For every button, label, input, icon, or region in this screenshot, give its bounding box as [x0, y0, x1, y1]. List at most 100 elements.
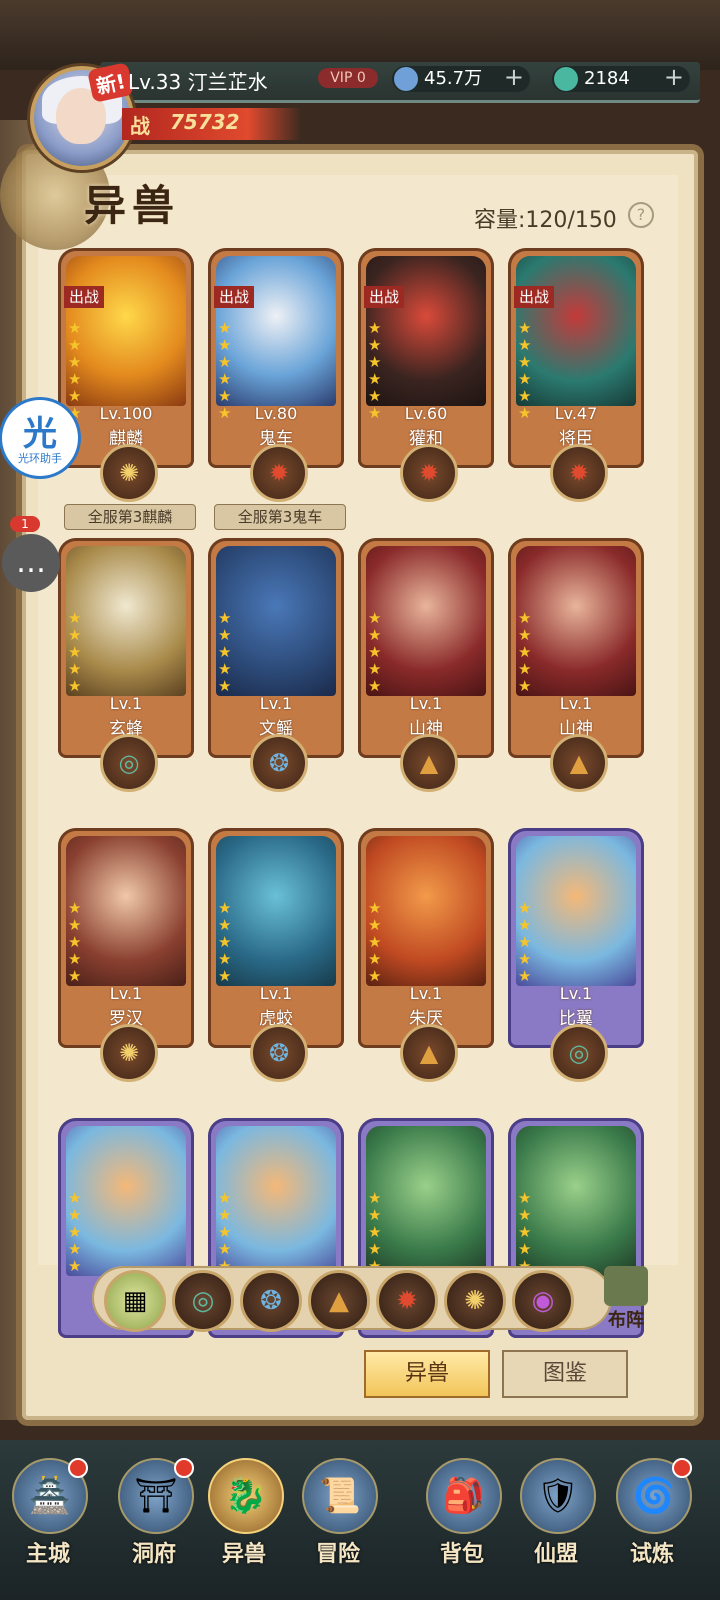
element-badge: ◎: [100, 734, 158, 792]
nav-label: 仙盟: [533, 1542, 578, 1567]
filter-swirl-button[interactable]: ❂: [240, 1270, 302, 1332]
beast-portrait: [66, 836, 186, 986]
beast-card[interactable]: ★ ★ ★ ★ ★ Lv.1 罗汉 ✺: [58, 828, 194, 1082]
beast-portrait: [366, 836, 486, 986]
nav-item[interactable]: 🎒 背包: [420, 1452, 504, 1582]
halo-glyph: 光: [23, 414, 57, 454]
currency-jade: 2184 +: [552, 64, 690, 92]
add-silver-button[interactable]: +: [504, 64, 524, 90]
formation-label: 布阵: [608, 1310, 644, 1331]
rank-label-2: 全服第3鬼车: [214, 504, 346, 530]
vip-badge[interactable]: VIP 0: [318, 68, 378, 88]
filter-sun-button[interactable]: ✺: [444, 1270, 506, 1332]
nav-item[interactable]: 🐉 异兽: [202, 1452, 286, 1582]
beast-portrait: [66, 546, 186, 696]
deployed-badge: 出战: [364, 286, 404, 308]
beast-card[interactable]: ★ ★ ★ ★ ★ Lv.1 山神 ▲: [358, 538, 494, 792]
beast-portrait: [516, 836, 636, 986]
nav-label: 试炼: [629, 1542, 674, 1567]
beast-card[interactable]: ★ ★ ★ ★ ★ ★ 出战 Lv.60 獾和 ✹: [358, 248, 494, 502]
scroll-icon: 📜: [318, 1476, 362, 1516]
nav-item[interactable]: 📜 冒险: [296, 1452, 380, 1582]
flame-icon: ✹: [418, 459, 440, 487]
beast-portrait: [516, 256, 636, 406]
element-badge: ✹: [550, 444, 608, 502]
notification-dot: [672, 1458, 692, 1478]
element-badge: ❂: [250, 1024, 308, 1082]
beast-level: Lv.1: [559, 694, 593, 713]
nav-item[interactable]: 🌀 试炼: [610, 1452, 694, 1582]
beast-portrait: [66, 1126, 186, 1276]
page-title: 异兽: [84, 181, 181, 230]
filter-void-button[interactable]: ◉: [512, 1270, 574, 1332]
beast-level: Lv.1: [109, 694, 143, 713]
star-rating: ★★★★★: [368, 609, 382, 695]
nav-label: 冒险: [315, 1542, 360, 1567]
star-rating: ★★★★★: [518, 609, 532, 695]
beast-portrait: [516, 546, 636, 696]
beast-card[interactable]: ★ ★ ★ ★ ★ ★ 出战 Lv.80 鬼车 ✹: [208, 248, 344, 502]
currency-jade-value: 2184: [584, 68, 630, 89]
notification-dot: [174, 1458, 194, 1478]
star-rating: ★★★★★: [518, 899, 532, 985]
nav-label: 洞府: [131, 1542, 176, 1567]
beast-level: Lv.60: [404, 404, 448, 423]
nav-label: 异兽: [221, 1542, 266, 1567]
tab-atlas[interactable]: 图鉴: [502, 1350, 628, 1398]
beast-card[interactable]: ★★★★★: [208, 1118, 344, 1338]
dragon-icon: ◎: [568, 1039, 590, 1067]
element-badge: ▲: [550, 734, 608, 792]
beast-card[interactable]: ★ ★ ★ ★ ★ Lv.1 比翼 ◎: [508, 828, 644, 1082]
filter-dragon-button[interactable]: ◎: [172, 1270, 234, 1332]
tab-beasts[interactable]: 异兽: [364, 1350, 490, 1398]
nav-item[interactable]: 🛡 仙盟: [514, 1452, 598, 1582]
beast-card[interactable]: ★ ★ ★ ★ ★ ★ 出战 Lv.100 麒麟 ✺: [58, 248, 194, 502]
beast-card[interactable]: ★ ★ ★ ★ ★ ★ 出战 Lv.47 将臣 ✹: [508, 248, 644, 502]
element-badge: ❂: [250, 734, 308, 792]
beast-card[interactable]: ★★★★★: [358, 1118, 494, 1338]
nav-item[interactable]: ⛩ 洞府: [112, 1452, 196, 1582]
capacity-label: 容量:120/150: [474, 208, 617, 233]
beast-card[interactable]: ★★★★★: [58, 1118, 194, 1338]
beast-icon: 🐉: [224, 1476, 268, 1516]
beast-card[interactable]: ★ ★ ★ ★ ★ Lv.1 朱厌 ▲: [358, 828, 494, 1082]
beast-card[interactable]: ★ ★ ★ ★ ★ Lv.1 虎蛟 ❂: [208, 828, 344, 1082]
filter-mountain-button[interactable]: ▲: [308, 1270, 370, 1332]
filter-flame-button[interactable]: ✹: [376, 1270, 438, 1332]
nav-label: 主城: [25, 1542, 70, 1567]
beast-card[interactable]: ★★★★★: [508, 1118, 644, 1338]
beast-level: Lv.80: [254, 404, 298, 423]
nav-icon: 🐉: [208, 1458, 284, 1534]
nav-icon: 📜: [302, 1458, 378, 1534]
element-badge: ✹: [250, 444, 308, 502]
beast-card[interactable]: ★ ★ ★ ★ ★ Lv.1 山神 ▲: [508, 538, 644, 792]
add-jade-button[interactable]: +: [664, 64, 684, 90]
currency-silver: 45.7万 +: [392, 64, 530, 92]
formation-button[interactable]: 布阵: [598, 1266, 654, 1331]
all-grid-icon: ▦: [122, 1286, 148, 1316]
element-badge: ✺: [100, 444, 158, 502]
swirl-icon: ❂: [268, 1039, 290, 1067]
mountain-icon: ▲: [329, 1286, 349, 1316]
nav-label: 背包: [439, 1542, 484, 1567]
nav-item[interactable]: 🏯 主城: [6, 1452, 90, 1582]
star-rating: ★★★★★: [218, 609, 232, 695]
top-background: [0, 0, 720, 70]
flame-icon: ✹: [568, 459, 590, 487]
deployed-badge: 出战: [64, 286, 104, 308]
nav-icon: 🎒: [426, 1458, 502, 1534]
swirl-icon: ❂: [260, 1286, 282, 1316]
deployed-badge: 出战: [214, 286, 254, 308]
halo-label: 光环助手: [18, 452, 62, 465]
sun-icon: ✺: [118, 1039, 140, 1067]
mountain-icon: ▲: [569, 749, 589, 777]
dragon-icon: ◎: [118, 749, 140, 777]
beast-card[interactable]: ★ ★ ★ ★ ★ Lv.1 玄蜂 ◎: [58, 538, 194, 792]
element-badge: ◎: [550, 1024, 608, 1082]
filter-all-button[interactable]: ▦: [104, 1270, 166, 1332]
chat-button[interactable]: …: [2, 534, 60, 592]
beast-card[interactable]: ★ ★ ★ ★ ★ Lv.1 文鳐 ❂: [208, 538, 344, 792]
halo-assistant-button[interactable]: 光 光环助手: [2, 400, 78, 476]
beast-portrait: [366, 1126, 486, 1276]
help-icon[interactable]: ?: [628, 202, 654, 228]
